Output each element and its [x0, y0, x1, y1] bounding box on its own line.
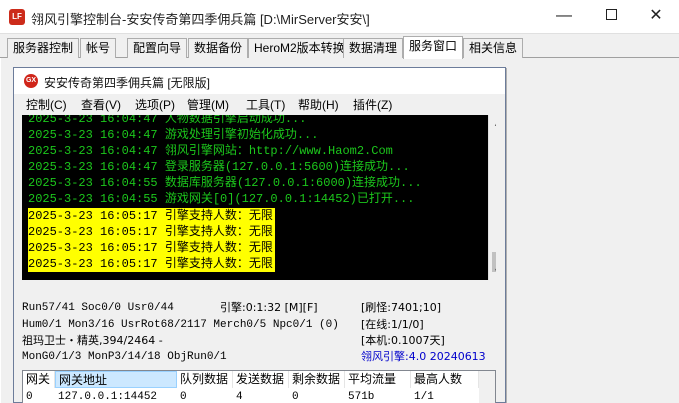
- tab-server-control[interactable]: 服务器控制: [7, 38, 80, 58]
- cell-queue: 0: [180, 391, 187, 403]
- menu-options[interactable]: 选项(P): [135, 96, 175, 113]
- log-line: 2025-3-23 16:04:55 数据库服务器(127.0.0.1:6000…: [28, 176, 422, 190]
- column-max-users[interactable]: 最高人数: [411, 371, 479, 388]
- maximize-icon: [605, 8, 617, 20]
- log-line: 2025-3-23 16:04:47 人物数据引擎启动成功...: [28, 115, 307, 126]
- gateway-table[interactable]: 网关 网关地址 队列数据 发送数据 剩余数据 平均流量 最高人数 0 127.0…: [22, 370, 496, 403]
- console-scrollbar[interactable]: ▲ ▼: [488, 115, 496, 280]
- column-send-data[interactable]: 发送数据: [233, 371, 289, 388]
- log-line: 2025-3-23 16:04:47 游戏处理引擎初始化成功...: [28, 128, 319, 142]
- log-line-highlighted: 2025-3-23 16:05:17 引擎支持人数：无限: [28, 224, 275, 240]
- app-window: LF 翎风引擎控制台-安安传奇第四季佣兵篇 [D:\MirServer安安\] …: [0, 0, 679, 403]
- tab-related-info[interactable]: 相关信息: [463, 38, 524, 58]
- status-mongo: MonG0/1/3 MonP3/14/18 ObjRun0/1: [22, 351, 227, 363]
- log-line-highlighted: 2025-3-23 16:05:17 引擎支持人数：无限: [28, 256, 275, 272]
- tab-data-cleanup[interactable]: 数据清理: [343, 38, 404, 58]
- column-avg-traffic[interactable]: 平均流量: [345, 371, 411, 388]
- tab-herom2-convert[interactable]: HeroM2版本转换: [248, 38, 351, 58]
- cell-gateway: 0: [26, 391, 33, 403]
- minimize-icon: —: [556, 7, 572, 24]
- cell-address: 127.0.0.1:14452: [58, 391, 158, 403]
- close-button[interactable]: ✕: [633, 0, 679, 32]
- status-engine-time: 引擎:0:1:32 [M][F]: [220, 301, 318, 314]
- column-gateway[interactable]: 网关: [23, 371, 55, 388]
- status-run: Run57/41 Soc0/0 Usr0/44: [22, 302, 174, 314]
- menu-control[interactable]: 控制(C): [26, 96, 67, 113]
- status-hum: Hum0/1 Mon3/16 UsrRot68/2117 Merch0/5 Np…: [22, 319, 339, 331]
- scroll-up-icon[interactable]: ▲: [489, 115, 496, 132]
- window-title: 翎风引擎控制台-安安传奇第四季佣兵篇 [D:\MirServer安安\]: [31, 12, 370, 27]
- server-window-title-bar: GX 安安传奇第四季佣兵篇 [无限版]: [14, 68, 505, 94]
- log-line: 2025-3-23 16:04:47 翎风引擎网站：http://www.Hao…: [28, 144, 393, 158]
- menu-tools[interactable]: 工具(T): [246, 96, 285, 113]
- tab-account[interactable]: 帐号: [80, 38, 117, 58]
- minimize-button[interactable]: —: [541, 0, 587, 32]
- server-logo-icon: GX: [24, 74, 38, 88]
- title-bar: LF 翎风引擎控制台-安安传奇第四季佣兵篇 [D:\MirServer安安\] …: [0, 0, 679, 34]
- scroll-down-icon[interactable]: ▼: [489, 263, 496, 280]
- menu-help[interactable]: 帮助(H): [298, 96, 339, 113]
- status-online: [在线:1/1/0]: [361, 318, 424, 331]
- column-queue-data[interactable]: 队列数据: [177, 371, 233, 388]
- log-line-highlighted: 2025-3-23 16:05:17 引擎支持人数：无限: [28, 240, 275, 256]
- server-window-title: 安安传奇第四季佣兵篇 [无限版]: [44, 76, 211, 90]
- cell-remain: 0: [292, 391, 299, 403]
- status-native: [本机:0.1007天]: [361, 334, 445, 347]
- table-scrollbar[interactable]: [479, 371, 495, 403]
- log-line-highlighted: 2025-3-23 16:05:17 引擎支持人数：无限: [28, 208, 275, 224]
- menu-plugins[interactable]: 插件(Z): [353, 96, 392, 113]
- console-log[interactable]: 2025-3-23 16:04:47 人物数据引擎启动成功... 2025-3-…: [22, 115, 496, 280]
- cell-max-users: 1/1: [414, 391, 434, 403]
- menu-manage[interactable]: 管理(M): [187, 96, 229, 113]
- log-line: 2025-3-23 16:04:47 登录服务器(127.0.0.1:5600)…: [28, 160, 410, 174]
- menu-bar: 控制(C) 查看(V) 选项(P) 管理(M) 工具(T) 帮助(H) 插件(Z…: [14, 94, 505, 114]
- menu-view[interactable]: 查看(V): [81, 96, 121, 113]
- close-icon: ✕: [649, 7, 663, 24]
- column-gateway-address[interactable]: 网关地址: [55, 371, 177, 388]
- status-refresh: [刷怪:7401;10]: [361, 301, 441, 314]
- server-window: GX 安安传奇第四季佣兵篇 [无限版] 控制(C) 查看(V) 选项(P) 管理…: [13, 67, 506, 403]
- column-remain-data[interactable]: 剩余数据: [289, 371, 345, 388]
- log-line: 2025-3-23 16:04:55 游戏网关[0](127.0.0.1:144…: [28, 192, 415, 206]
- app-logo-icon: LF: [9, 9, 25, 25]
- tab-service-window[interactable]: 服务窗口: [403, 36, 464, 59]
- version-label: 翎风引擎:4.0 20240613: [361, 350, 486, 363]
- tab-strip: 服务器控制 帐号 配置向导 数据备份 HeroM2版本转换 数据清理 服务窗口 …: [0, 36, 679, 59]
- maximize-button[interactable]: [588, 0, 634, 32]
- tab-config-wizard[interactable]: 配置向导: [127, 38, 188, 58]
- tab-data-backup[interactable]: 数据备份: [188, 38, 249, 58]
- cell-traffic: 571b: [348, 391, 375, 403]
- cell-send: 4: [236, 391, 243, 403]
- status-guard: 祖玛卫士・精英,394/2464 -: [22, 334, 163, 347]
